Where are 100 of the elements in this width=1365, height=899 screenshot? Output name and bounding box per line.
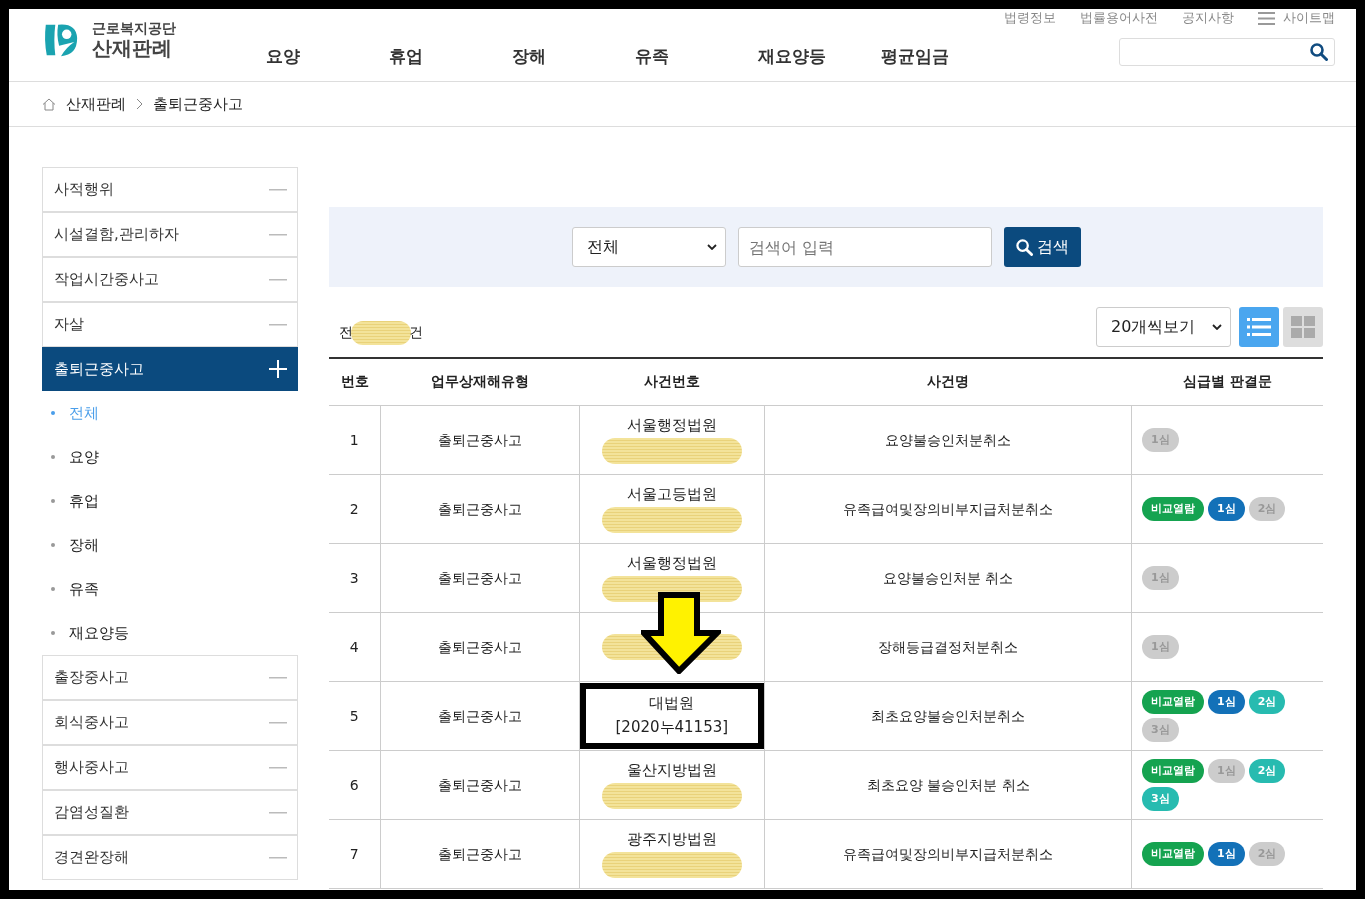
sidebar-subitem[interactable]: 휴업 xyxy=(69,491,99,511)
table-cell: 2 xyxy=(329,474,380,544)
table-cell: 4 xyxy=(329,612,380,682)
court-name: 울산지방법원 xyxy=(626,761,717,781)
nav-link[interactable]: 휴업 xyxy=(389,45,512,68)
sidebar-item[interactable]: 사적행위 xyxy=(42,167,298,212)
table-cell: 출퇴근중사고 xyxy=(380,750,579,820)
list-icon xyxy=(1247,317,1271,337)
utility-link[interactable]: 법률용어사전 xyxy=(1080,9,1158,27)
table-cell: 출퇴근중사고 xyxy=(380,405,579,475)
table-cell: 출퇴근중사고 xyxy=(380,612,579,682)
nav-link[interactable]: 평균임금 xyxy=(881,45,1004,68)
sidebar-item[interactable]: 감염성질환 xyxy=(42,790,298,835)
bullet-icon xyxy=(51,411,55,415)
table-cell[interactable]: 유족급여및장의비부지급처분취소 xyxy=(764,474,1132,544)
table-cell: 3 xyxy=(329,543,380,613)
table-cell: 7 xyxy=(329,819,380,889)
bullet-icon xyxy=(51,631,55,635)
bullet-icon xyxy=(51,543,55,547)
sidebar-item[interactable]: 출장중사고 xyxy=(42,655,298,700)
bullet-icon xyxy=(51,499,55,503)
minus-icon xyxy=(269,278,287,281)
trial-tag[interactable]: 1심 xyxy=(1208,690,1245,714)
table-cell: 5 xyxy=(329,681,380,751)
minus-icon xyxy=(269,811,287,814)
minus-icon xyxy=(269,233,287,236)
redaction-mark xyxy=(351,321,411,345)
sitemap-link[interactable]: 사이트맵 xyxy=(1283,9,1335,27)
utility-link[interactable]: 공지사항 xyxy=(1182,9,1234,27)
nav-link[interactable]: 요양 xyxy=(266,45,389,68)
court-name: 서울행정법원 xyxy=(626,554,717,574)
court-name: 서울고등법원 xyxy=(626,485,717,505)
court-name: 광주지방법원 xyxy=(626,830,717,850)
sidebar-subitem[interactable]: 유족 xyxy=(69,579,99,599)
column-header: 번호 xyxy=(329,359,380,406)
breadcrumb-item[interactable]: 산재판례 xyxy=(66,94,126,114)
table-cell[interactable]: 유족급여및장의비부지급처분취소 xyxy=(764,819,1132,889)
table-cell[interactable]: 최초요양 불승인처분 취소 xyxy=(764,750,1132,820)
home-icon[interactable] xyxy=(42,97,56,111)
sidebar-item[interactable]: 출퇴근중사고 xyxy=(42,347,298,391)
court-name: 대법원 xyxy=(649,693,695,715)
table-cell: 1 xyxy=(329,405,380,475)
site-search-field[interactable] xyxy=(1119,38,1335,66)
scope-select[interactable]: 전체 xyxy=(571,227,726,267)
table-cell: 출퇴근중사고 xyxy=(380,819,579,889)
total-count: 건 xyxy=(409,324,423,342)
court-name: 서울행정법원 xyxy=(626,416,717,436)
minus-icon xyxy=(269,676,287,679)
table-cell[interactable]: 요양불승인처분취소 xyxy=(764,405,1132,475)
table-cell[interactable]: 최초요양불승인처분취소 xyxy=(764,681,1132,751)
column-header: 사건번호 xyxy=(579,359,765,406)
search-icon[interactable] xyxy=(1310,43,1328,61)
sidebar-subitem[interactable]: 재요양등 xyxy=(69,623,129,643)
page-size-select[interactable]: 20개씩보기 xyxy=(1096,307,1231,347)
trial-tag[interactable]: 1심 xyxy=(1208,842,1245,866)
bullet-icon xyxy=(51,455,55,459)
search-button[interactable]: 검색 xyxy=(1003,227,1081,267)
minus-icon xyxy=(269,856,287,859)
table-cell: 출퇴근중사고 xyxy=(380,681,579,751)
sidebar-subitem[interactable]: 요양 xyxy=(69,447,99,467)
table-cell: 출퇴근중사고 xyxy=(380,543,579,613)
search-icon xyxy=(1015,238,1033,256)
caret-icon xyxy=(1212,324,1222,330)
case-number[interactable]: [2020누41153] xyxy=(615,717,729,739)
table-cell[interactable]: 장해등급결정처분취소 xyxy=(764,612,1132,682)
nav-link[interactable]: 유족 xyxy=(635,45,758,68)
nav-link[interactable]: 재요양등 xyxy=(758,45,881,68)
sidebar-item[interactable]: 행사중사고 xyxy=(42,745,298,790)
nav-link[interactable]: 장해 xyxy=(512,45,635,68)
utility-link[interactable]: 법령정보 xyxy=(1004,9,1056,27)
minus-icon xyxy=(269,721,287,724)
list-view-button[interactable] xyxy=(1239,307,1279,347)
sidebar-item[interactable]: 회식중사고 xyxy=(42,700,298,745)
search-input[interactable]: 검색어 입력 xyxy=(737,227,992,267)
column-header: 업무상재해유형 xyxy=(380,359,579,406)
menu-icon[interactable] xyxy=(1258,11,1275,25)
sidebar-item[interactable]: 자살 xyxy=(42,302,298,347)
trial-tag[interactable]: 1심 xyxy=(1208,497,1245,521)
grid-icon xyxy=(1291,316,1315,338)
bullet-icon xyxy=(51,587,55,591)
sidebar-item[interactable]: 경견완장해 xyxy=(42,835,298,880)
grid-view-button[interactable] xyxy=(1283,307,1323,347)
sidebar-item[interactable]: 시설결함,관리하자 xyxy=(42,212,298,257)
sidebar-item[interactable]: 작업시간중사고 xyxy=(42,257,298,302)
logo-org: 근로복지공단 xyxy=(92,21,176,37)
logo-title[interactable]: 산재판례 xyxy=(92,36,176,59)
minus-icon xyxy=(269,766,287,769)
total-count: 전 xyxy=(339,324,353,342)
column-header: 사건명 xyxy=(764,359,1132,406)
chevron-icon xyxy=(136,98,143,110)
breadcrumb-item[interactable]: 출퇴근중사고 xyxy=(153,94,243,114)
table-cell: 6 xyxy=(329,750,380,820)
column-header: 심급별 판결문 xyxy=(1131,359,1323,406)
table-cell: 출퇴근중사고 xyxy=(380,474,579,544)
minus-icon xyxy=(269,323,287,326)
table-cell[interactable]: 요양불승인처분 취소 xyxy=(764,543,1132,613)
sidebar-subitem[interactable]: 장해 xyxy=(69,535,99,555)
plus-icon xyxy=(269,360,287,378)
minus-icon xyxy=(269,188,287,191)
caret-icon xyxy=(706,244,717,250)
